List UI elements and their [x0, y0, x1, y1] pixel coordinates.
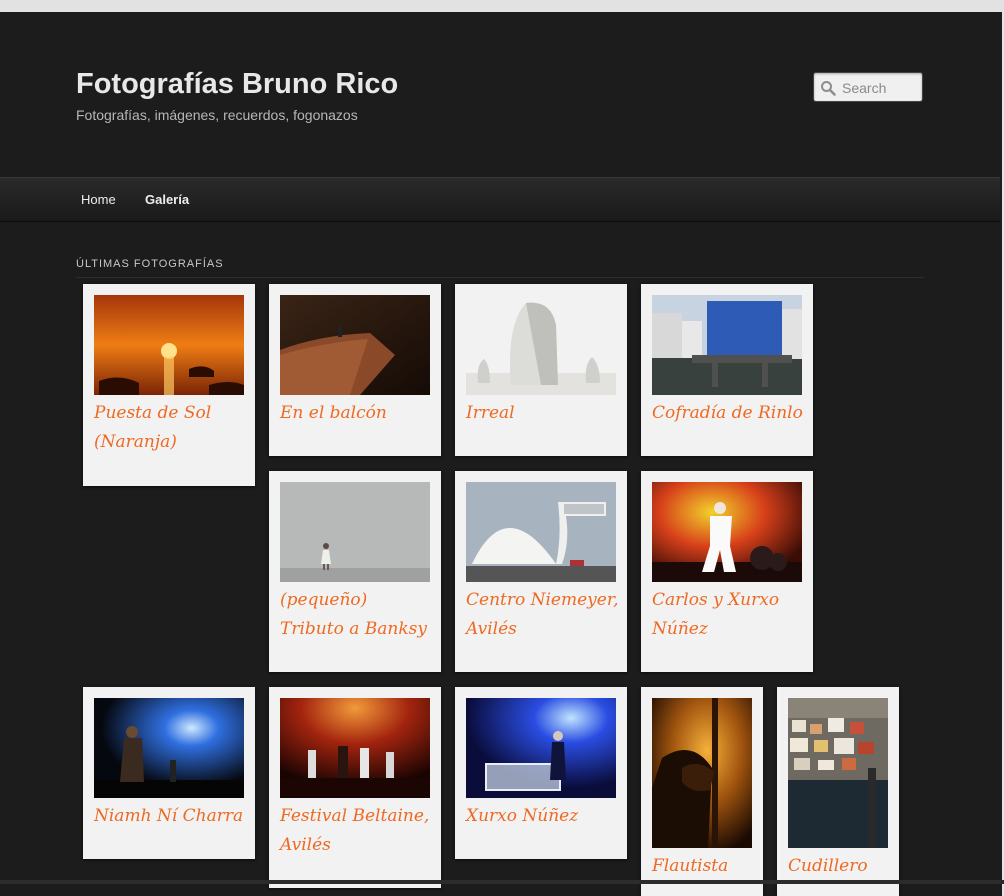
- photo-card-irreal[interactable]: Irreal: [455, 284, 627, 456]
- photo-caption: Centro Niemeyer, Avilés: [466, 590, 619, 639]
- photo-thumbnail: [652, 482, 802, 582]
- photo-thumbnail: [652, 698, 752, 848]
- search-box[interactable]: [813, 72, 924, 102]
- magnifier-icon: [821, 81, 836, 96]
- site-description: Fotografías, imágenes, recuerdos, fogona…: [76, 107, 358, 123]
- photo-thumbnail: [280, 698, 430, 798]
- photo-thumbnail: [94, 295, 244, 395]
- photo-thumbnail: [466, 295, 616, 395]
- nav-item-galeria[interactable]: Galería: [145, 192, 189, 207]
- section-title: ÚLTIMAS FOTOGRAFÍAS: [76, 258, 224, 270]
- photo-thumbnail: [466, 698, 616, 798]
- photo-caption: Festival Beltaine, Avilés: [280, 806, 430, 855]
- photo-thumbnail: [280, 295, 430, 395]
- photo-card-flautista[interactable]: Flautista: [641, 687, 763, 896]
- photo-card-en-el-balcon[interactable]: En el balcón: [269, 284, 441, 456]
- site-title[interactable]: Fotografías Bruno Rico: [76, 68, 398, 101]
- photo-caption: Cudillero: [788, 856, 868, 876]
- photo-card-tributo-a-banksy[interactable]: (pequeño) Tributo a Banksy: [269, 471, 441, 672]
- nav-item-home[interactable]: Home: [81, 192, 116, 207]
- photo-card-cofradia-de-rinlo[interactable]: Cofradía de Rinlo: [641, 284, 813, 456]
- photo-thumbnail: [788, 698, 888, 848]
- page: Fotografías Bruno Rico Fotografías, imág…: [0, 12, 1002, 896]
- photo-caption: (pequeño) Tributo a Banksy: [280, 590, 427, 639]
- bottom-bar: [0, 880, 1004, 884]
- photo-caption: En el balcón: [280, 403, 387, 423]
- search-input[interactable]: [840, 77, 924, 99]
- photo-card-festival-beltaine[interactable]: Festival Beltaine, Avilés: [269, 687, 441, 888]
- photo-thumbnail: [94, 698, 244, 798]
- photo-caption: Cofradía de Rinlo: [652, 403, 803, 423]
- photo-caption: Puesta de Sol (Naranja): [94, 403, 212, 452]
- photo-card-xurxo-nunez[interactable]: Xurxo Núñez: [455, 687, 627, 859]
- main-nav: Home Galería: [0, 177, 1000, 222]
- photo-card-centro-niemeyer[interactable]: Centro Niemeyer, Avilés: [455, 471, 627, 672]
- photo-caption: Niamh Ní Charra: [94, 806, 244, 826]
- photo-caption: Flautista: [652, 856, 729, 876]
- photo-thumbnail: [466, 482, 616, 582]
- photo-caption: Xurxo Núñez: [466, 806, 579, 826]
- photo-card-niamh-ni-charra[interactable]: Niamh Ní Charra: [83, 687, 255, 859]
- photo-card-puesta-de-sol[interactable]: Puesta de Sol (Naranja): [83, 284, 255, 486]
- photo-card-cudillero[interactable]: Cudillero: [777, 687, 899, 896]
- photo-thumbnail: [280, 482, 430, 582]
- photo-card-carlos-y-xurxo-nunez[interactable]: Carlos y Xurxo Núñez: [641, 471, 813, 672]
- photo-thumbnail: [652, 295, 802, 395]
- photo-caption: Irreal: [466, 403, 515, 423]
- photo-caption: Carlos y Xurxo Núñez: [652, 590, 780, 639]
- section-divider: [76, 277, 924, 278]
